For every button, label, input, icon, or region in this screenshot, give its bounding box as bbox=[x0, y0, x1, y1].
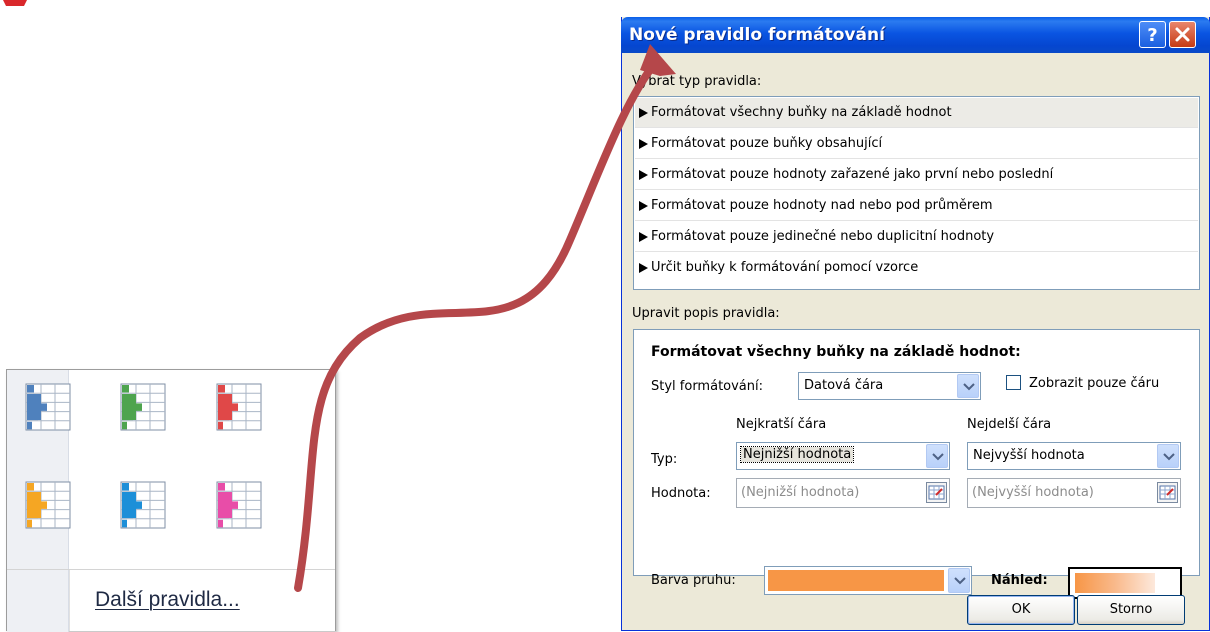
shortest-bar-label: Nejkratší čára bbox=[736, 417, 827, 432]
data-bar-pink-icon[interactable] bbox=[216, 481, 262, 529]
preview-label: Náhled: bbox=[991, 573, 1048, 588]
rule-type-item[interactable]: Formátovat pouze jedinečné nebo duplicit… bbox=[635, 222, 1198, 252]
close-button[interactable] bbox=[1169, 21, 1196, 48]
svg-text:?: ? bbox=[1147, 25, 1157, 46]
max-value-input[interactable]: (Nejvyšší hodnota) bbox=[967, 478, 1181, 508]
chevron-down-icon bbox=[1163, 453, 1175, 461]
range-picker-icon bbox=[1159, 485, 1176, 500]
more-rules-link[interactable]: Další pravidla... bbox=[95, 588, 240, 612]
close-icon bbox=[1175, 27, 1190, 42]
dropdown-button[interactable] bbox=[948, 568, 970, 593]
arrow-right-icon bbox=[639, 170, 648, 180]
arrow-right-icon bbox=[639, 263, 648, 273]
help-icon: ? bbox=[1147, 25, 1157, 46]
arrow-right-icon bbox=[639, 139, 648, 149]
rule-type-item[interactable]: Formátovat všechny buňky na základě hodn… bbox=[635, 98, 1198, 128]
data-bar-red-icon[interactable] bbox=[216, 383, 262, 431]
title-bar: Nové pravidlo formátování ? bbox=[621, 17, 1210, 53]
range-picker-button[interactable] bbox=[1157, 482, 1178, 503]
data-bar-green-icon[interactable] bbox=[120, 383, 166, 431]
dropdown-button[interactable] bbox=[926, 444, 948, 468]
edit-rule-description-label: Upravit popis pravidla: bbox=[632, 306, 780, 321]
section-title: Formátovat všechny buňky na základě hodn… bbox=[651, 344, 1021, 360]
max-type-select[interactable]: Nejvyšší hodnota bbox=[967, 442, 1181, 470]
min-value-input[interactable]: (Nejnižší hodnota) bbox=[736, 478, 950, 508]
ok-button[interactable]: OK bbox=[967, 595, 1075, 625]
dialog-title: Nové pravidlo formátování bbox=[629, 25, 885, 45]
data-bar-light-blue-icon[interactable] bbox=[120, 481, 166, 529]
format-style-label: Styl formátování: bbox=[651, 379, 764, 394]
rule-type-item[interactable]: Formátovat pouze buňky obsahující bbox=[635, 129, 1198, 159]
data-bars-gallery: Další pravidla... bbox=[6, 369, 336, 632]
arrow-right-icon bbox=[639, 201, 648, 211]
new-formatting-rule-dialog: Nové pravidlo formátování ? Vybrat typ p… bbox=[621, 17, 1210, 631]
longest-bar-label: Nejdelší čára bbox=[967, 417, 1052, 432]
red-mark bbox=[3, 0, 27, 6]
rule-type-item[interactable]: Formátovat pouze hodnoty zařazené jako p… bbox=[635, 160, 1198, 190]
value-label: Hodnota: bbox=[651, 486, 711, 501]
rule-type-item[interactable]: Určit buňky k formátování pomocí vzorce bbox=[635, 253, 1198, 283]
select-rule-type-label: Vybrat typ pravidla: bbox=[632, 74, 762, 89]
show-bar-only-checkbox[interactable] bbox=[1006, 375, 1021, 390]
help-button[interactable]: ? bbox=[1139, 21, 1166, 48]
range-picker-icon bbox=[928, 485, 945, 500]
chevron-down-icon bbox=[954, 577, 966, 585]
bar-color-label: Barva pruhu: bbox=[651, 573, 736, 588]
data-bar-orange-icon[interactable] bbox=[25, 481, 71, 529]
rule-type-item[interactable]: Formátovat pouze hodnoty nad nebo pod pr… bbox=[635, 191, 1198, 221]
dropdown-button[interactable] bbox=[957, 374, 979, 398]
data-bar-blue-icon[interactable] bbox=[25, 383, 71, 431]
type-label: Typ: bbox=[651, 452, 678, 467]
rule-type-list: Formátovat všechny buňky na základě hodn… bbox=[633, 96, 1200, 290]
bar-color-select[interactable] bbox=[764, 566, 972, 595]
preview-bar bbox=[1075, 573, 1155, 593]
cancel-button[interactable]: Storno bbox=[1077, 595, 1185, 625]
format-style-select[interactable]: Datová čára bbox=[798, 372, 981, 400]
bar-color-swatch bbox=[768, 570, 944, 591]
show-bar-only-label: Zobrazit pouze čáru bbox=[1029, 376, 1160, 391]
dropdown-button[interactable] bbox=[1157, 444, 1179, 468]
arrow-right-icon bbox=[639, 108, 648, 118]
chevron-down-icon bbox=[932, 453, 944, 461]
range-picker-button[interactable] bbox=[926, 482, 947, 503]
arrow-right-icon bbox=[639, 232, 648, 242]
min-type-select[interactable]: Nejnižší hodnota bbox=[736, 442, 950, 470]
chevron-down-icon bbox=[963, 383, 975, 391]
